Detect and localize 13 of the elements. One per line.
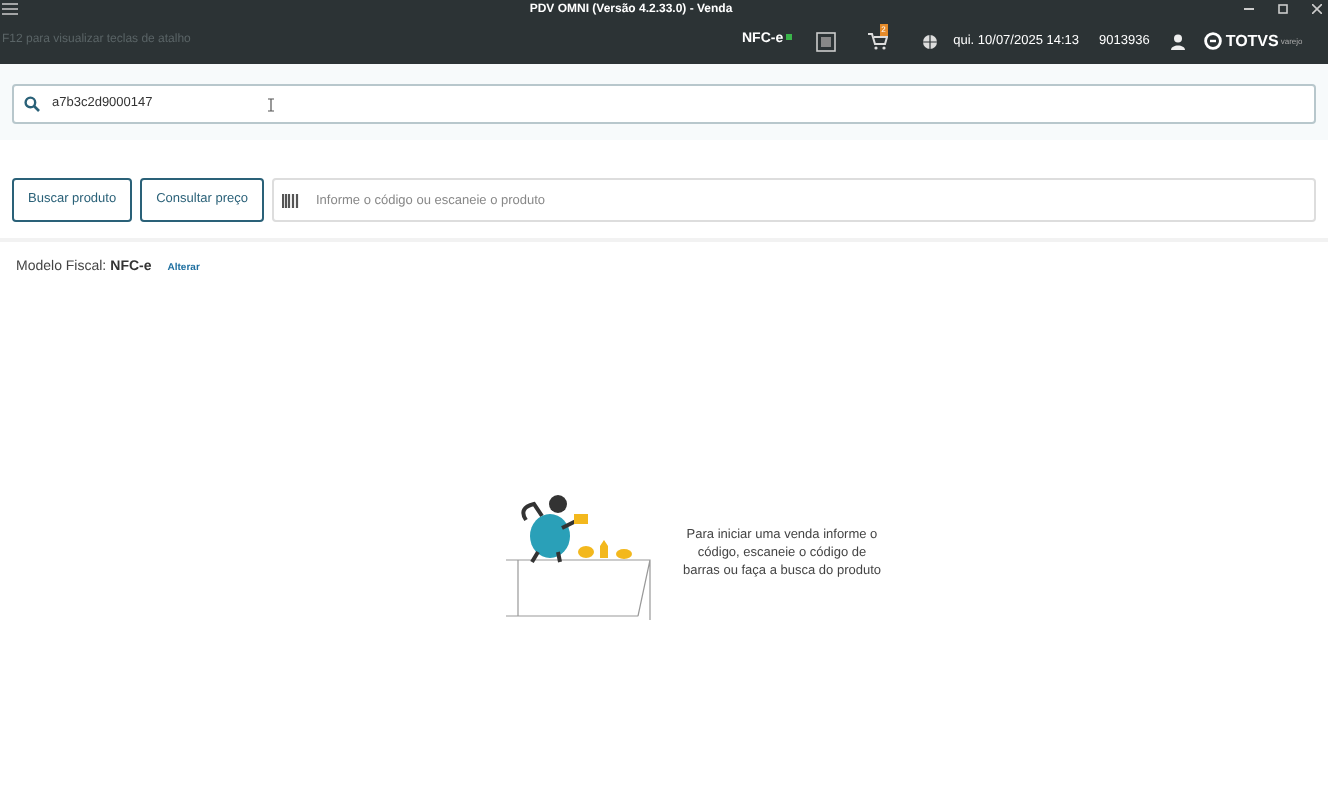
barcode-icon xyxy=(281,193,300,207)
search-icon xyxy=(24,96,40,112)
text-cursor-icon xyxy=(268,97,275,111)
globe-icon[interactable] xyxy=(921,33,938,49)
logo-circle-icon xyxy=(1203,32,1222,50)
maximize-icon[interactable] xyxy=(1278,4,1288,14)
cart-icon[interactable] xyxy=(867,32,888,50)
minimize-icon[interactable] xyxy=(1244,4,1254,14)
menu-icon[interactable] xyxy=(2,2,18,16)
user-icon[interactable] xyxy=(1169,33,1186,49)
brand-logo-text: TOTVS xyxy=(1225,29,1279,53)
close-icon[interactable] xyxy=(1312,4,1322,14)
qr-code-icon[interactable] xyxy=(815,31,836,51)
